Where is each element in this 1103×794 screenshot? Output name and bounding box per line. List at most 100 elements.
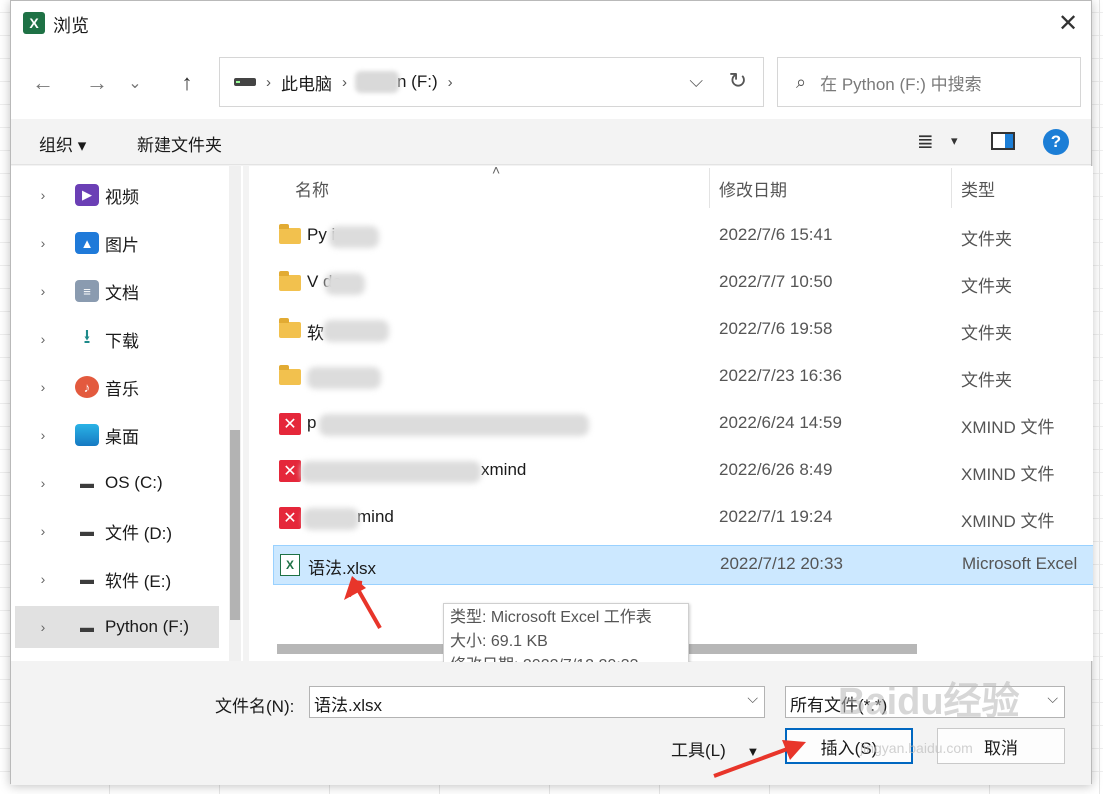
- filename-field[interactable]: 语法.xlsx ⌵: [309, 686, 765, 718]
- expand-chevron-icon[interactable]: ›: [31, 283, 55, 299]
- desktop-icon: [75, 424, 99, 446]
- file-name: mind: [357, 507, 394, 526]
- file-date: 2022/7/23 16:36: [719, 366, 842, 385]
- chevron-down-icon[interactable]: ⌵: [1047, 690, 1058, 707]
- xmind-file-icon: ✕: [279, 460, 301, 482]
- expand-chevron-icon[interactable]: ›: [31, 187, 55, 203]
- tools-dropdown-icon: ▼: [746, 744, 760, 759]
- sidebar-item-pictures[interactable]: › ▲ 图片: [15, 222, 219, 264]
- file-name: 软: [307, 324, 324, 343]
- breadcrumb-this-pc[interactable]: 此电脑: [281, 70, 332, 95]
- expand-chevron-icon[interactable]: ›: [31, 427, 55, 443]
- sidebar-item-drive-d[interactable]: › ▬ 文件 (D:): [15, 510, 219, 552]
- sidebar-item-label: 文件 (D:): [105, 523, 173, 543]
- sidebar-item-label: Python (F:): [105, 617, 190, 636]
- recent-locations-chevron-icon[interactable]: ⌄: [123, 65, 147, 101]
- browse-dialog: X 浏览 ✕ ← → ⌄ ↑ › 此电脑 › n (F:) › ⌵ ↻ ⌕ 在 …: [10, 0, 1093, 785]
- file-type: 文件夹: [961, 230, 1012, 249]
- expand-chevron-icon[interactable]: ›: [31, 379, 55, 395]
- sidebar-item-downloads[interactable]: › ⭳ 下载: [15, 318, 219, 360]
- sidebar-item-label: 图片: [105, 235, 139, 255]
- file-type: 文件夹: [961, 371, 1012, 390]
- redacted-blur: [319, 414, 589, 436]
- sidebar-item-drive-f[interactable]: › ▬ Python (F:): [15, 606, 219, 648]
- sidebar-item-drive-e[interactable]: › ▬ 软件 (E:): [15, 558, 219, 600]
- view-list-icon[interactable]: ≣: [917, 129, 934, 154]
- expand-chevron-icon[interactable]: ›: [31, 619, 55, 635]
- navigation-bar: ← → ⌄ ↑ › 此电脑 › n (F:) › ⌵ ↻ ⌕ 在 Python …: [11, 47, 1091, 119]
- column-header-date[interactable]: 修改日期: [719, 176, 787, 201]
- file-row[interactable]: ✕ p 2022/6/24 14:59 XMIND 文件: [273, 405, 1093, 445]
- folder-icon: [279, 365, 301, 385]
- sidebar-item-documents[interactable]: › ≡ 文档: [15, 270, 219, 312]
- file-type: 文件夹: [961, 324, 1012, 343]
- chevron-down-icon[interactable]: ⌵: [747, 690, 758, 707]
- sidebar-item-videos[interactable]: › ▶ 视频: [15, 174, 219, 216]
- search-input[interactable]: 在 Python (F:) 中搜索: [820, 70, 982, 95]
- back-arrow-icon[interactable]: ←: [25, 65, 61, 101]
- column-header-type[interactable]: 类型: [961, 176, 995, 201]
- preview-pane-icon[interactable]: [991, 132, 1015, 150]
- address-bar[interactable]: › 此电脑 › n (F:) › ⌵ ↻: [219, 57, 764, 107]
- up-arrow-icon[interactable]: ↑: [169, 65, 205, 101]
- search-icon: ⌕: [796, 71, 807, 92]
- sidebar-item-music[interactable]: › ♪ 音乐: [15, 366, 219, 408]
- file-date: 2022/7/7 10:50: [719, 272, 833, 291]
- tools-label: 工具(L): [671, 741, 726, 760]
- document-icon: ≡: [75, 280, 99, 302]
- command-bar: 组织 ▾ 新建文件夹 ≣ ▾ ?: [11, 119, 1091, 165]
- file-row[interactable]: 软 2022/7/6 19:58 文件夹: [273, 311, 1093, 351]
- file-row[interactable]: V de 2022/7/7 10:50 文件夹: [273, 264, 1093, 304]
- help-icon[interactable]: ?: [1043, 129, 1069, 155]
- filename-value: 语法.xlsx: [314, 696, 382, 715]
- file-row[interactable]: 2022/7/23 16:36 文件夹: [273, 358, 1093, 398]
- address-dropdown-icon[interactable]: ⌵: [689, 71, 703, 92]
- sidebar-item-desktop[interactable]: › 桌面: [15, 414, 219, 456]
- forward-arrow-icon[interactable]: →: [79, 65, 115, 101]
- file-row[interactable]: ✕ xmind 2022/6/26 8:49 XMIND 文件: [273, 452, 1093, 492]
- picture-icon: ▲: [75, 232, 99, 254]
- file-row[interactable]: Py i 2022/7/6 15:41 文件夹: [273, 217, 1093, 257]
- tools-menu[interactable]: 工具(L) ▼: [671, 736, 759, 761]
- file-type: XMIND 文件: [961, 418, 1055, 437]
- expand-chevron-icon[interactable]: ›: [31, 523, 55, 539]
- sidebar-scrollbar[interactable]: [229, 166, 241, 661]
- xmind-file-icon: ✕: [279, 413, 301, 435]
- sidebar-scroll-thumb[interactable]: [230, 430, 240, 620]
- sidebar-item-label: 下载: [105, 331, 139, 351]
- redacted-blur: [307, 367, 381, 389]
- windows-drive-icon: ▬: [80, 475, 94, 491]
- excel-app-icon: X: [23, 12, 45, 34]
- file-date: 2022/7/6 15:41: [719, 225, 833, 244]
- file-row[interactable]: ✕ mind 2022/7/1 19:24 XMIND 文件: [273, 499, 1093, 539]
- file-date: 2022/7/6 19:58: [719, 319, 833, 338]
- redacted-blur: [325, 273, 365, 295]
- breadcrumb-drive[interactable]: n (F:): [397, 72, 438, 92]
- organize-button[interactable]: 组织 ▾: [39, 131, 86, 156]
- file-name: xmind: [481, 460, 527, 479]
- new-folder-button[interactable]: 新建文件夹: [137, 131, 222, 156]
- xmind-file-icon: ✕: [279, 507, 301, 529]
- folder-icon: [279, 224, 301, 244]
- refresh-icon[interactable]: ↻: [729, 68, 747, 94]
- view-options-dropdown-icon[interactable]: ▾: [951, 133, 958, 149]
- tooltip-type: 类型: Microsoft Excel 工作表: [450, 609, 652, 626]
- redacted-blur: [323, 320, 389, 342]
- baidu-watermark-url: jingyan.baidu.com: [860, 740, 973, 756]
- expand-chevron-icon[interactable]: ›: [31, 571, 55, 587]
- expand-chevron-icon[interactable]: ›: [31, 331, 55, 347]
- file-date: 2022/7/1 19:24: [719, 507, 833, 526]
- sidebar-item-label: 视频: [105, 187, 139, 207]
- expand-chevron-icon[interactable]: ›: [31, 475, 55, 491]
- column-header-name[interactable]: 名称: [295, 176, 329, 201]
- close-button[interactable]: ✕: [1045, 1, 1091, 45]
- video-icon: ▶: [75, 184, 99, 206]
- baidu-watermark-logo: Baidu经验: [838, 681, 1020, 723]
- file-date: 2022/6/26 8:49: [719, 460, 833, 479]
- drive-icon: ▬: [80, 571, 94, 587]
- redacted-blur: [329, 226, 379, 248]
- sidebar-item-drive-c[interactable]: › ▬ OS (C:): [15, 462, 219, 504]
- expand-chevron-icon[interactable]: ›: [31, 235, 55, 251]
- search-box[interactable]: ⌕ 在 Python (F:) 中搜索: [777, 57, 1081, 107]
- file-row-selected[interactable]: X 语法.xlsx 2022/7/12 20:33 Microsoft Exce…: [273, 545, 1093, 585]
